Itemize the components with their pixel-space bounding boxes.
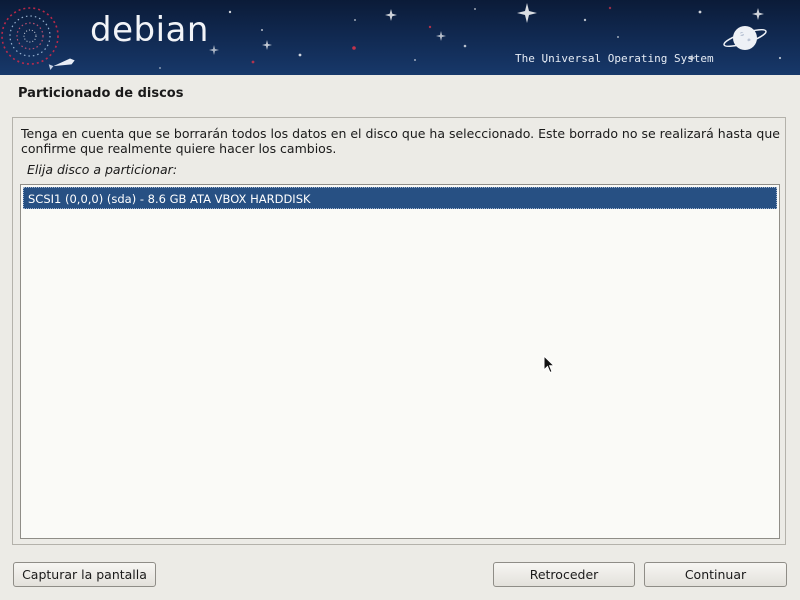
debian-swirl-icon: [1, 7, 59, 65]
disk-prompt-label: Elija disco a particionar:: [27, 162, 178, 177]
installer-window: debian The Universal Operating System Pa…: [0, 0, 800, 600]
banner-tagline: The Universal Operating System: [515, 52, 714, 65]
disk-list[interactable]: SCSI1 (0,0,0) (sda) - 8.6 GB ATA VBOX HA…: [20, 184, 780, 539]
continue-button[interactable]: Continuar: [644, 562, 787, 587]
page-title: Particionado de discos: [18, 86, 184, 101]
screenshot-button[interactable]: Capturar la pantalla: [13, 562, 156, 587]
ringed-planet-icon: [723, 26, 767, 50]
warning-notice: Tenga en cuenta que se borrarán todos lo…: [21, 126, 780, 156]
mouse-pointer-icon: [543, 355, 556, 374]
rocket-icon: [48, 58, 75, 71]
debian-logo-text: debian: [90, 10, 209, 50]
disk-list-item-sda[interactable]: SCSI1 (0,0,0) (sda) - 8.6 GB ATA VBOX HA…: [23, 187, 777, 209]
debian-banner: debian The Universal Operating System: [0, 0, 800, 75]
content-frame: Tenga en cuenta que se borrarán todos lo…: [12, 117, 786, 545]
back-button[interactable]: Retroceder: [493, 562, 635, 587]
